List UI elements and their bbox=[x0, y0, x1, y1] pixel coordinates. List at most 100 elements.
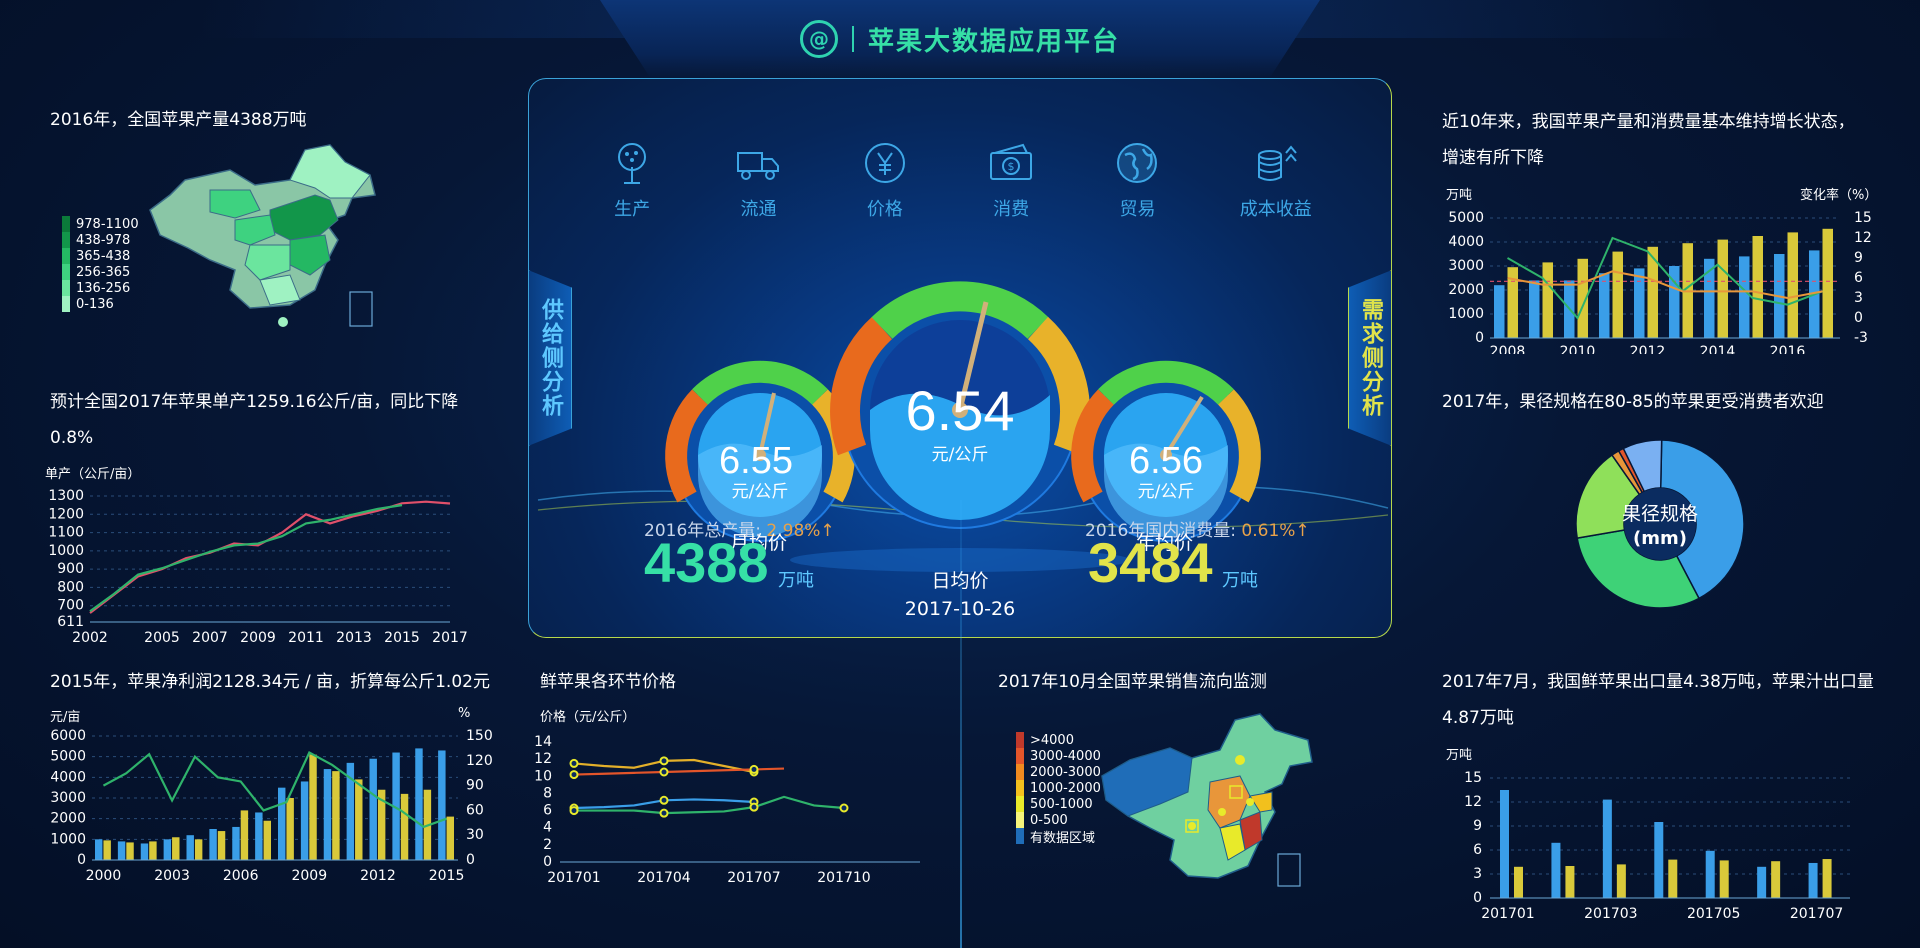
x-tick-label: 2003 bbox=[154, 868, 190, 884]
bar bbox=[1705, 850, 1715, 898]
y2-tick-label: 9 bbox=[1854, 250, 1863, 266]
bar bbox=[1494, 285, 1505, 338]
legend-label: 136-256 bbox=[76, 280, 131, 296]
money-icon: $ bbox=[990, 143, 1033, 180]
x-tick-label: 2014 bbox=[1700, 344, 1736, 354]
y-tick-label: 0 bbox=[543, 854, 552, 870]
consumption-value: 3484 bbox=[1088, 531, 1213, 594]
legend-label: 2000-3000 bbox=[1030, 764, 1101, 780]
x-tick-label: 201704 bbox=[637, 870, 691, 886]
bar bbox=[126, 842, 134, 860]
map-production-title: 2016年，全国苹果产量4388万吨 bbox=[50, 110, 307, 130]
legend-item: 438-978 bbox=[62, 232, 139, 248]
data-point bbox=[569, 770, 579, 780]
bar bbox=[1654, 822, 1664, 898]
bar bbox=[263, 820, 271, 860]
fruit-size-donut: 果径规格 (mm) bbox=[1575, 439, 1745, 609]
nav-item-consumption[interactable]: $ 消费 bbox=[987, 139, 1035, 221]
bar bbox=[117, 841, 126, 860]
prod-consume-unit-right: 变化率（%） bbox=[1800, 188, 1878, 203]
fresh-price-line-chart: 0246 8101214 201701 201704 201707 201710 bbox=[534, 734, 920, 886]
yield-title-line1: 预计全国2017年苹果单产1259.16公斤/亩，同比下降 bbox=[50, 392, 459, 412]
globe-icon bbox=[1117, 143, 1158, 183]
page-title: 苹果大数据应用平台 bbox=[867, 26, 1120, 57]
legend-swatch bbox=[62, 248, 70, 264]
gauge-daily-value: 6.54 bbox=[906, 379, 1015, 442]
data-point bbox=[659, 795, 669, 805]
nav-item-production[interactable]: 生产 bbox=[608, 139, 656, 221]
divider-line bbox=[960, 500, 962, 948]
logo: @ bbox=[799, 20, 838, 58]
x-tick-label: 201703 bbox=[1584, 906, 1637, 922]
legend-item: >4000 bbox=[1016, 732, 1101, 748]
nav-label: 生产 bbox=[614, 199, 651, 220]
bar bbox=[1634, 268, 1645, 338]
x-tick-label: 2008 bbox=[1490, 344, 1526, 354]
bar bbox=[355, 779, 363, 860]
bar bbox=[309, 754, 317, 860]
bar bbox=[1529, 280, 1540, 338]
x-tick-label: 2016 bbox=[1770, 344, 1806, 354]
y-tick-label: 4 bbox=[543, 820, 552, 836]
gauge-yearly-value: 6.56 bbox=[1129, 440, 1203, 482]
y-tick-label: 2 bbox=[543, 837, 552, 853]
legend-swatch bbox=[62, 296, 70, 312]
flow-map-title: 2017年10月全国苹果销售流向监测 bbox=[998, 672, 1267, 692]
y-tick-label: 3 bbox=[1473, 866, 1482, 882]
bar bbox=[194, 839, 203, 860]
bar bbox=[1514, 866, 1523, 898]
bar bbox=[232, 826, 240, 860]
legend-label: 978-1100 bbox=[76, 216, 139, 232]
y2-tick-label: 60 bbox=[466, 802, 484, 818]
bar bbox=[1599, 273, 1610, 338]
data-point bbox=[749, 764, 759, 774]
bar bbox=[1668, 859, 1678, 898]
y2-tick-label: 120 bbox=[466, 753, 493, 769]
y-tick-label: 10 bbox=[534, 768, 552, 784]
legend-label: >4000 bbox=[1030, 732, 1074, 748]
bar bbox=[209, 829, 217, 860]
x-tick-label: 2017 bbox=[432, 630, 468, 644]
x-tick-label: 2007 bbox=[192, 630, 228, 644]
bar bbox=[1822, 859, 1832, 898]
y-tick-label: 800 bbox=[57, 579, 84, 595]
legend-swatch bbox=[62, 216, 70, 232]
x-tick-label: 201701 bbox=[547, 870, 600, 886]
export-title-line2: 4.87万吨 bbox=[1442, 708, 1514, 728]
svg-text:$: $ bbox=[1008, 160, 1015, 173]
nav-label: 消费 bbox=[993, 199, 1030, 220]
x-tick-label: 2010 bbox=[1560, 344, 1596, 354]
legend-item: 500-1000 bbox=[1016, 796, 1101, 812]
legend-item: 有数据区域 bbox=[1016, 828, 1101, 846]
y-tick-label: 6 bbox=[543, 803, 552, 819]
legend-swatch bbox=[1016, 812, 1024, 828]
x-tick-label: 2015 bbox=[384, 630, 420, 644]
legend-swatch bbox=[62, 264, 70, 280]
prod-consume-chart: 0 1000 2000 3000 4000 5000 -3 0 3 6 9 12 15 2008 2010 2… bbox=[1448, 210, 1872, 354]
y-tick-label: 611 bbox=[57, 614, 84, 630]
x-tick-label: 2005 bbox=[144, 630, 180, 644]
fresh-price-unit: 价格（元/公斤） bbox=[540, 710, 636, 725]
yield-unit: 单产（公斤/亩） bbox=[45, 467, 141, 482]
tree-icon bbox=[618, 143, 647, 184]
y-tick-label: 1000 bbox=[48, 543, 84, 559]
map-production-legend: 978-1100 438-978 365-438 256-365 136-256 0-13… bbox=[62, 216, 139, 312]
yield-title-line2: 0.8% bbox=[50, 428, 94, 448]
nav-item-trade[interactable]: 贸易 bbox=[1113, 139, 1161, 221]
china-production-map[interactable] bbox=[140, 140, 400, 330]
nav-item-price[interactable]: 价格 bbox=[861, 139, 909, 221]
bar bbox=[1771, 861, 1781, 898]
bar bbox=[163, 839, 172, 860]
y2-tick-label: 12 bbox=[1854, 230, 1872, 246]
bar bbox=[1717, 239, 1728, 338]
legend-swatch bbox=[1016, 796, 1024, 812]
bar bbox=[438, 750, 446, 860]
china-flow-map[interactable] bbox=[1100, 700, 1330, 890]
y-tick-label: 1000 bbox=[50, 831, 86, 847]
y-tick-label: 2000 bbox=[50, 811, 86, 827]
nav-label: 成本收益 bbox=[1239, 199, 1312, 220]
nav-item-cost-benefit[interactable]: 成本收益 bbox=[1240, 139, 1312, 221]
production-value: 4388 bbox=[644, 531, 769, 594]
nav-item-circulation[interactable]: 流通 bbox=[734, 139, 782, 221]
bar bbox=[1616, 864, 1626, 898]
